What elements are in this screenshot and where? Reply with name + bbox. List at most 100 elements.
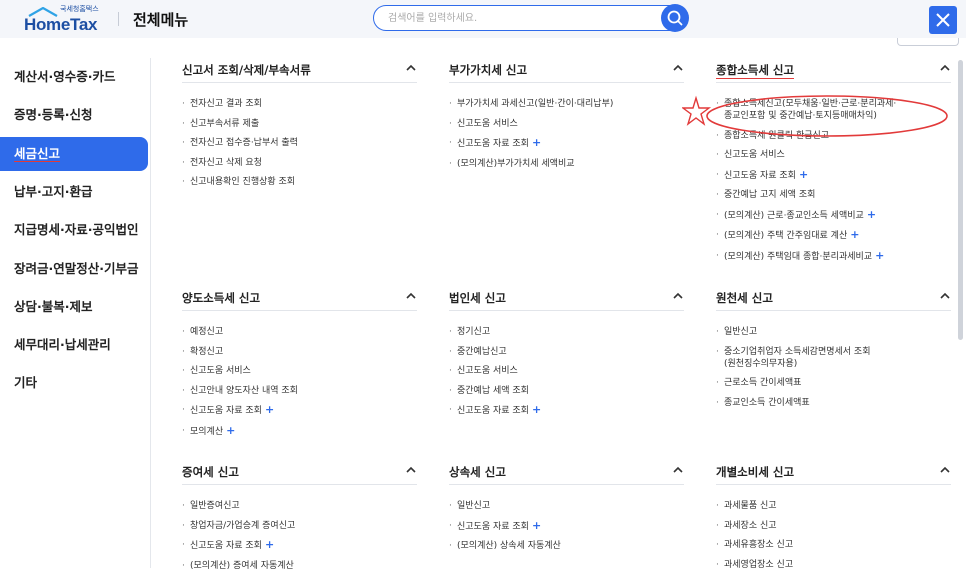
menu-link[interactable]: 중간예납신고	[449, 346, 684, 358]
sidebar-item-statements-data[interactable]: 지급명세·자료·공익법인	[0, 213, 148, 247]
plus-icon[interactable]: +	[532, 136, 541, 149]
menu-link[interactable]: 과세영업장소 신고	[716, 559, 951, 571]
chevron-up-icon[interactable]	[939, 465, 951, 475]
scrollbar[interactable]	[958, 60, 963, 340]
plus-icon[interactable]: +	[867, 208, 876, 221]
section-title[interactable]: 양도소득세 신고	[182, 290, 260, 306]
menu-link[interactable]: 과세물품 신고	[716, 500, 951, 512]
header-tab-edge	[897, 38, 959, 46]
menu-link[interactable]: 모의계산+	[182, 424, 417, 438]
sidebar-item-incentive-yearend[interactable]: 장려금·연말정산·기부금	[0, 252, 148, 286]
sidebar-item-certificate-registration[interactable]: 증명·등록·신청	[0, 98, 148, 132]
menu-link[interactable]: 전자신고 결과 조회	[182, 98, 417, 110]
menu-link[interactable]: (모의계산) 근로·종교인소득 세액비교+	[716, 208, 951, 222]
section-divider	[449, 310, 684, 311]
menu-link[interactable]: 일반신고	[449, 500, 684, 512]
section-divider	[716, 310, 951, 311]
menu-link[interactable]: 신고도움 자료 조회+	[182, 404, 417, 417]
section-title[interactable]: 부가가치세 신고	[449, 62, 527, 78]
close-icon	[936, 13, 950, 27]
section-title[interactable]: 상속세 신고	[449, 464, 506, 480]
section-title[interactable]: 증여세 신고	[182, 464, 239, 480]
menu-link[interactable]: 신고도움 서비스	[449, 365, 684, 377]
menu-link[interactable]: (모의계산) 증여세 자동계산	[182, 560, 417, 572]
menu-link[interactable]: (모의계산) 주택 간주임대료 계산+	[716, 229, 951, 242]
chevron-up-icon[interactable]	[405, 63, 417, 73]
hometax-logo[interactable]: 국세청홈택스 HomeTax	[20, 5, 110, 34]
menu-link[interactable]: 신고부속서류 제출	[182, 118, 417, 130]
chevron-up-icon[interactable]	[405, 465, 417, 475]
menu-link[interactable]: (모의계산) 주택임대 종합·분리과세비교+	[716, 249, 951, 263]
menu-link[interactable]: 창업자금/가업승계 증여신고	[182, 520, 417, 532]
section-title[interactable]: 개별소비세 신고	[716, 464, 794, 480]
menu-link[interactable]: 정기신고	[449, 326, 684, 338]
menu-link[interactable]: 신고도움 자료 조회+	[716, 168, 951, 182]
menu-link[interactable]: 전자신고 삭제 요청	[182, 157, 417, 169]
menu-link[interactable]: (모의계산) 상속세 자동계산	[449, 540, 684, 552]
sidebar-item-tax-filing[interactable]: 세금신고	[0, 137, 148, 171]
sidebar-item-etc[interactable]: 기타	[0, 366, 148, 400]
menu-link[interactable]: 신고도움 서비스	[716, 149, 951, 161]
plus-icon[interactable]: +	[850, 228, 859, 241]
chevron-up-icon[interactable]	[672, 291, 684, 301]
menu-link[interactable]: 신고도움 자료 조회+	[449, 519, 684, 533]
menu-link[interactable]: 과세유흥장소 신고	[716, 539, 951, 551]
menu-link[interactable]: 신고내용확인 진행상황 조회	[182, 176, 417, 188]
section-title[interactable]: 종합소득세 신고	[716, 62, 795, 79]
menu-link[interactable]: (모의계산)부가가치세 세액비교	[449, 158, 684, 170]
menu-link[interactable]: 일반신고	[716, 326, 951, 338]
section-divider	[449, 484, 684, 485]
chevron-up-icon[interactable]	[672, 63, 684, 73]
menu-link[interactable]: 종합소득세 원클릭 환급신고	[716, 130, 951, 142]
menu-link[interactable]: 신고도움 자료 조회+	[449, 137, 684, 150]
search-button[interactable]	[661, 4, 689, 32]
sidebar-item-tax-agent[interactable]: 세무대리·납세관리	[0, 328, 148, 362]
menu-link[interactable]: 중소기업취업자 소득세감면명세서 조회(원천징수의무자용)	[716, 346, 951, 370]
menu-link[interactable]: 부가가치세 과세신고(일반·간이·대리납부)	[449, 98, 684, 110]
close-button[interactable]	[929, 6, 957, 34]
chevron-up-icon[interactable]	[939, 63, 951, 73]
plus-icon[interactable]: +	[226, 424, 235, 437]
section-title[interactable]: 원천세 신고	[716, 290, 773, 306]
page-title: 전체메뉴	[133, 11, 189, 29]
menu-link[interactable]: 전자신고 접수증·납부서 출력	[182, 137, 417, 149]
sidebar-item-invoice-receipt-card[interactable]: 계산서·영수증·카드	[0, 60, 148, 94]
sidebar-divider	[150, 58, 151, 568]
menu-link[interactable]: 신고도움 자료 조회+	[449, 404, 684, 417]
menu-link[interactable]: 예정신고	[182, 326, 417, 338]
section-divider	[182, 310, 417, 311]
menu-link[interactable]: 과세장소 신고	[716, 520, 951, 532]
section-divider	[449, 82, 684, 83]
section-title[interactable]: 법인세 신고	[449, 290, 506, 306]
chevron-up-icon[interactable]	[939, 291, 951, 301]
search-box	[373, 5, 685, 31]
plus-icon[interactable]: +	[532, 403, 541, 416]
search-icon	[667, 10, 683, 26]
menu-link[interactable]: 종교인소득 간이세액표	[716, 397, 951, 409]
sidebar-item-consultation-appeal[interactable]: 상담·불복·제보	[0, 290, 148, 324]
chevron-up-icon[interactable]	[672, 465, 684, 475]
search-input[interactable]	[388, 10, 658, 26]
menu-link[interactable]: 종합소득세신고(모두채움·일반·근로·분리과세·종교인포함 및 중간예납·토지등…	[716, 98, 951, 122]
section-title[interactable]: 신고서 조회/삭제/부속서류	[182, 62, 311, 78]
plus-icon[interactable]: +	[875, 249, 884, 262]
menu-link[interactable]: 일반증여신고	[182, 500, 417, 512]
logo-text: HomeTax	[24, 15, 98, 34]
menu-link[interactable]: 중간예납 세액 조회	[449, 385, 684, 397]
menu-link[interactable]: 확정신고	[182, 346, 417, 358]
menu-link[interactable]: 중간예납 고지 세액 조회	[716, 189, 951, 201]
plus-icon[interactable]: +	[532, 519, 541, 532]
section-divider	[182, 484, 417, 485]
menu-link[interactable]: 신고도움 자료 조회+	[182, 539, 417, 552]
logo-subtitle: 국세청홈택스	[60, 5, 99, 13]
sidebar-item-payment-refund[interactable]: 납부·고지·환급	[0, 175, 148, 209]
plus-icon[interactable]: +	[799, 168, 808, 181]
menu-link[interactable]: 신고도움 서비스	[449, 118, 684, 130]
menu-link[interactable]: 신고안내 양도자산 내역 조회	[182, 385, 417, 397]
section-divider	[182, 82, 417, 83]
plus-icon[interactable]: +	[265, 403, 274, 416]
menu-link[interactable]: 신고도움 서비스	[182, 365, 417, 377]
menu-link[interactable]: 근로소득 간이세액표	[716, 377, 951, 389]
plus-icon[interactable]: +	[265, 538, 274, 551]
chevron-up-icon[interactable]	[405, 291, 417, 301]
